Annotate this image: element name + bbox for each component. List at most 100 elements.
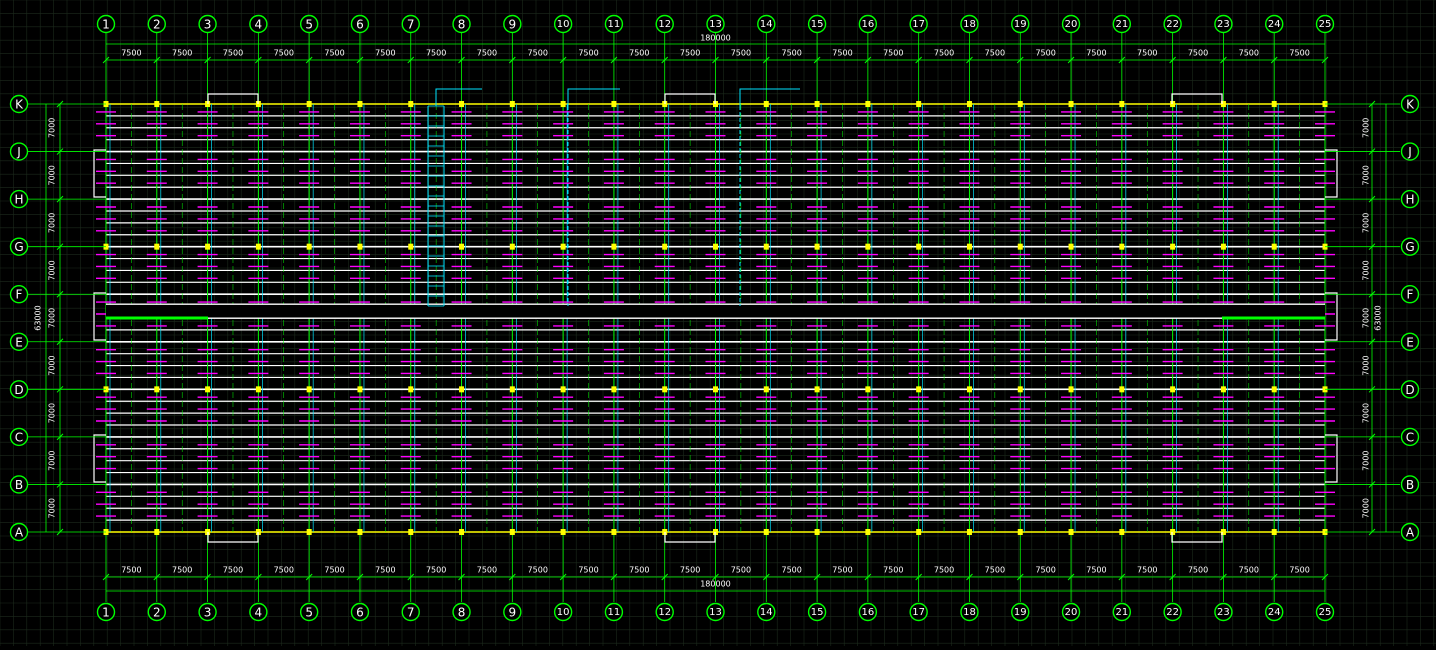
column-bubble-top: 19: [1014, 19, 1027, 30]
bay-dimension: 7500: [832, 49, 852, 58]
steel-column: [1068, 529, 1074, 535]
opening-bracket: [664, 532, 716, 543]
row-dimension: 7000: [1362, 260, 1371, 280]
row-bubble-left: K: [15, 98, 24, 112]
column-bubble-bottom: 25: [1319, 607, 1332, 618]
column-bubble-top: 25: [1319, 19, 1332, 30]
steel-column: [1068, 386, 1074, 393]
bay-dimension: 7500: [426, 566, 446, 575]
row-dimension: 7000: [48, 355, 57, 375]
row-bubble-right: D: [1405, 383, 1414, 397]
bay-dimension: 7500: [578, 566, 598, 575]
bay-dimension: 7500: [477, 566, 497, 575]
total-length-dimension: 180000: [700, 34, 731, 43]
row-dimension: 7000: [1362, 450, 1371, 470]
row-bubble-right: B: [1406, 478, 1414, 492]
row-bubble-left: C: [15, 430, 23, 444]
column-bubble-top: 5: [305, 18, 313, 32]
bay-dimension: 7500: [172, 566, 192, 575]
row-dimension: 7000: [48, 498, 57, 518]
steel-column: [763, 101, 769, 107]
bay-dimension: 7500: [274, 49, 294, 58]
total-width-dimension: 63000: [34, 305, 43, 330]
bay-dimension: 7500: [1239, 49, 1259, 58]
steel-column: [1170, 243, 1176, 250]
row-bubble-right: E: [1406, 335, 1414, 349]
steel-column: [865, 101, 871, 107]
row-dimension: 7000: [1362, 498, 1371, 518]
steel-column: [357, 243, 363, 250]
column-bubble-top: 12: [658, 19, 671, 30]
steel-column: [1271, 101, 1277, 107]
steel-column: [916, 101, 922, 107]
column-bubble-bottom: 10: [557, 607, 570, 618]
steel-column: [357, 101, 363, 107]
steel-column: [814, 529, 820, 535]
bay-dimension: 7500: [1188, 566, 1208, 575]
column-bubble-top: 22: [1166, 19, 1179, 30]
steel-column: [1017, 101, 1023, 107]
cad-drawing: 1 1 2 2 3 3 4 4 5 5 6 6 7 7 8 8 9 9 10 10 11 11 12 12 13 13 14 14 15…: [0, 0, 1436, 646]
row-dimension: 7000: [1362, 165, 1371, 185]
steel-column: [408, 101, 414, 107]
steel-column: [611, 243, 617, 250]
steel-column: [560, 529, 566, 535]
steel-column: [916, 386, 922, 393]
steel-column: [966, 386, 972, 393]
steel-column: [1068, 243, 1074, 250]
column-bubble-bottom: 9: [509, 606, 517, 620]
steel-column: [865, 243, 871, 250]
row-dimension: 7000: [1362, 308, 1371, 328]
steel-column: [509, 101, 515, 107]
row-dimension: 7000: [48, 165, 57, 185]
column-bubble-bottom: 17: [912, 607, 925, 618]
row-bubble-right: C: [1406, 430, 1414, 444]
steel-column: [662, 243, 668, 250]
column-bubble-bottom: 13: [709, 607, 722, 618]
column-bubble-bottom: 21: [1115, 607, 1128, 618]
bay-dimension: 7500: [223, 49, 243, 58]
bay-dimension: 7500: [1289, 566, 1309, 575]
steel-column: [1119, 529, 1125, 535]
bay-dimension: 7500: [832, 566, 852, 575]
steel-column: [357, 386, 363, 393]
steel-column: [611, 386, 617, 393]
bay-dimension: 7500: [731, 566, 751, 575]
steel-column: [1068, 101, 1074, 107]
column-bubble-top: 23: [1217, 19, 1230, 30]
row-bubble-left: A: [15, 526, 24, 540]
steel-column: [1170, 101, 1176, 107]
steel-column: [408, 386, 414, 393]
steel-column: [1220, 243, 1226, 250]
steel-column: [865, 386, 871, 393]
bay-dimension: 7500: [934, 49, 954, 58]
steel-column: [1017, 529, 1023, 535]
bay-dimension: 7500: [985, 49, 1005, 58]
steel-column: [916, 529, 922, 535]
column-bubble-bottom: 16: [862, 607, 875, 618]
steel-column: [509, 243, 515, 250]
bay-dimension: 7500: [782, 49, 802, 58]
steel-column: [865, 529, 871, 535]
steel-column: [1170, 529, 1176, 535]
bay-dimension: 7500: [324, 49, 344, 58]
steel-column: [154, 386, 160, 393]
bay-dimension: 7500: [528, 566, 548, 575]
steel-column: [459, 101, 465, 107]
bay-dimension: 7500: [680, 566, 700, 575]
row-bubble-left: F: [16, 288, 23, 302]
opening-bracket: [1171, 532, 1223, 543]
column-bubble-bottom: 18: [963, 607, 976, 618]
steel-column: [662, 386, 668, 393]
column-bubble-bottom: 2: [153, 606, 161, 620]
column-bubble-top: 13: [709, 19, 722, 30]
column-bubble-bottom: 1: [102, 606, 110, 620]
bay-dimension: 7500: [629, 566, 649, 575]
row-bubble-left: J: [16, 145, 21, 159]
steel-column: [1170, 386, 1176, 393]
steel-column: [763, 529, 769, 535]
steel-column: [205, 243, 211, 250]
row-bubble-right: K: [1406, 98, 1415, 112]
column-bubble-top: 9: [509, 18, 517, 32]
column-bubble-top: 14: [760, 19, 773, 30]
